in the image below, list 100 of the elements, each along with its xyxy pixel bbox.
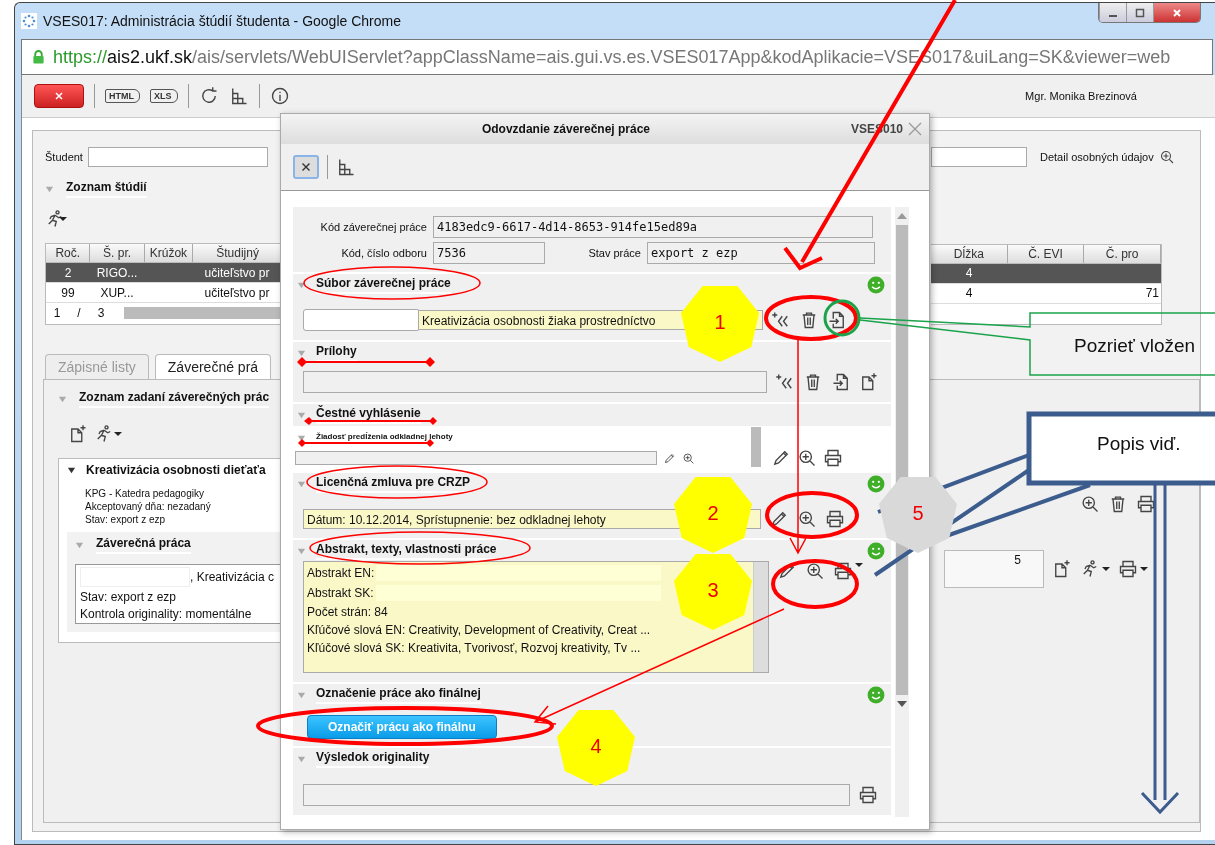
zoom-in-icon[interactable] [805,561,825,581]
abstract-line: Počet strán: 84 [307,605,388,619]
page-separator: / [76,306,82,320]
section-title: Čestné vyhlásenie [316,406,421,424]
table-cell-text: učiteľstvo pr [203,285,271,300]
column-header[interactable]: Krúžok [144,244,194,262]
column-header[interactable]: Dĺžka [931,244,1008,263]
field-label: Študent [45,151,83,163]
code-field[interactable]: 4183edc9-6617-4d14-8653-914fe15ed89a [433,216,873,238]
column-header[interactable]: Č. pro [1084,244,1161,263]
input-field[interactable] [303,309,420,331]
table-cell-text: učiteľstvo pr [203,265,271,280]
section-title: Prílohy [316,344,357,362]
app-icon [21,13,37,29]
table-row[interactable]: 2 RIGO... učiteľstvo pr [46,263,283,283]
table-cell-text: XUP... [99,285,135,300]
field-label: Kód záverečnej práce [319,221,427,233]
section-title: Označenie práce ako finálnej [316,686,481,704]
thesis-detail: KPG - Katedra pedagogiky [85,487,205,500]
section-title: Súbor záverečnej práce [316,276,451,294]
column-header[interactable]: Roč. [46,244,91,262]
table-row[interactable]: 4 [931,263,1161,284]
page-count: 3 [96,306,106,320]
number-marker: 4 [557,710,635,786]
scrollbar[interactable] [753,562,768,672]
maximize-button[interactable] [1126,3,1153,22]
abstract-line: Abstrakt EN: [307,566,375,580]
input-field[interactable] [931,147,1027,167]
table-cell-text: 4 [964,266,974,280]
new-document-icon[interactable] [1052,559,1072,579]
zoom-in-icon[interactable] [1080,494,1100,514]
callout-box: Popis viď. [1026,411,1215,486]
annotation-circle [823,299,861,337]
export-button[interactable]: XLS [150,89,178,103]
table-row[interactable]: 4 71 [931,283,1161,304]
student-field[interactable] [87,147,268,167]
zoom-in-icon[interactable] [797,448,817,468]
export-button[interactable]: HTML [105,89,140,103]
originality-field[interactable] [303,784,850,806]
attachments-field[interactable] [303,371,767,393]
number-marker: 5 [879,477,957,553]
number-marker: 2 [674,477,752,553]
close-icon [1171,6,1183,19]
scrollbar[interactable] [751,427,761,467]
new-document-icon[interactable] [859,372,879,392]
close-button[interactable] [1153,3,1200,22]
close-app-button[interactable] [34,84,84,108]
pencil-icon[interactable] [771,448,791,468]
thesis-name: , Kreativizácia c [190,570,275,584]
table-cell-text: 99 [60,285,76,300]
number-marker: 1 [681,286,759,362]
file-import-icon[interactable] [831,372,851,392]
column-header[interactable]: Č. EVI [1007,244,1085,263]
printer-icon[interactable] [858,785,878,805]
request-field[interactable] [295,451,657,465]
zoom-in-icon[interactable] [1158,149,1175,165]
number-marker: 3 [674,554,752,630]
new-document-icon[interactable] [68,424,88,444]
detail-link[interactable]: Detail osobných údajov [1040,151,1154,163]
user-name: Mgr. Monika Brezinová [1025,90,1137,102]
printer-icon[interactable] [833,561,853,581]
minimize-button[interactable] [1099,3,1126,22]
thesis-detail: Akceptovaný dňa: nezadaný [85,500,212,513]
printer-icon[interactable] [825,509,845,529]
printer-icon[interactable] [823,448,843,468]
column-header[interactable]: Š. pr. [90,244,145,262]
close-dialog-button[interactable] [293,155,319,179]
status-field[interactable]: export z ezp [647,242,875,264]
caret-icon[interactable] [855,561,863,569]
window-title: VSES017: Administrácia štúdií študenta - Google Chrome [43,13,401,29]
field-label: Kód, číslo odboru [340,247,427,259]
printer-icon[interactable] [1136,494,1156,514]
file-import-icon[interactable] [827,310,847,330]
table-cell-text: 2 [63,265,73,280]
lock-icon [32,49,45,65]
collapse-icon[interactable] [67,465,76,475]
table-icon[interactable] [336,157,356,177]
abstract-line: Kľúčové slová EN: Creativity, Development of Creativity, Creat ... [307,623,651,637]
tab[interactable]: Záverečné prá [154,354,272,379]
scrollbar[interactable] [124,307,283,319]
thesis-title: Kreativizácia osobnosti dieťaťa [86,463,266,477]
caret-icon[interactable] [1140,565,1148,573]
minimize-icon [1109,14,1117,17]
field-label: Stav práce [587,247,641,259]
scroll-down-icon[interactable] [897,701,907,707]
info-icon[interactable] [269,86,290,106]
spinner-field[interactable]: 5 [944,550,1044,588]
zoom-in-icon[interactable] [682,451,695,465]
caret-icon[interactable] [59,215,67,223]
zoom-in-icon[interactable] [797,509,817,529]
caret-icon[interactable] [114,430,122,438]
maximize-icon [1134,6,1146,19]
caret-icon[interactable] [1102,565,1110,573]
section-title: Záverečná práca [96,536,191,554]
section-title: Zoznam štúdií [66,180,147,198]
department-field[interactable]: 7536 [433,242,545,264]
section-title: Licenčná zmluva pre CRZP [316,475,471,493]
abstract-line: Kľúčové slová SK: Kreativita, Tvorivosť, Rozvoj kreativity, Tv ... [307,641,641,655]
printer-icon[interactable] [1118,559,1138,579]
close-icon [53,90,65,102]
